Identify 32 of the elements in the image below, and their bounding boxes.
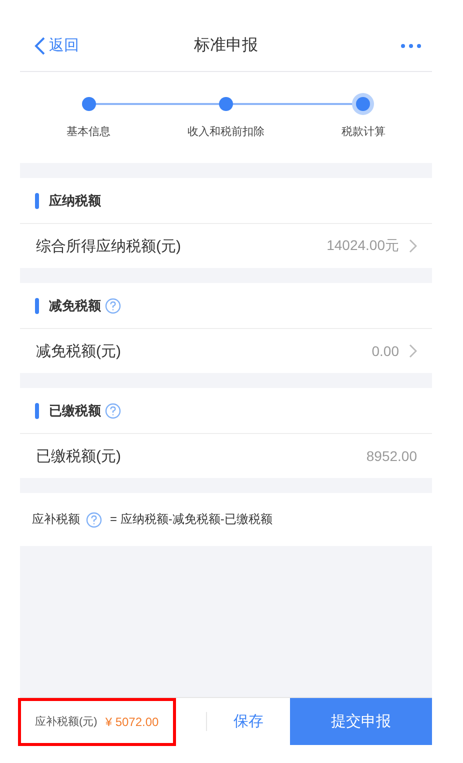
section-title: 已缴税额 xyxy=(49,402,101,420)
section-marker xyxy=(35,192,39,208)
row-label: 已缴税额(元) xyxy=(36,446,122,466)
page-title: 标准申报 xyxy=(194,36,258,56)
total-amount: ¥ 5072.00 xyxy=(105,714,159,728)
section-title: 应纳税额 xyxy=(49,192,101,210)
section-marker xyxy=(35,402,39,418)
row-label: 减免税额(元) xyxy=(36,342,122,360)
row-value: 8952.00 xyxy=(366,448,417,464)
list-row[interactable]: 减免税额(元) 0.00 xyxy=(20,329,432,373)
help-icon[interactable] xyxy=(105,298,121,314)
formula-label: 应补税额 xyxy=(32,511,80,528)
total-label: 应补税额(元) xyxy=(35,714,98,729)
step-label: 税款计算 xyxy=(341,125,386,139)
step-label: 收入和税前扣除 xyxy=(187,125,264,139)
row-value: 0.00 xyxy=(372,343,399,359)
back-chevron-icon xyxy=(34,36,46,56)
list-row[interactable]: 已缴税额(元) 8952.00 xyxy=(20,434,432,478)
back-button[interactable]: 返回 xyxy=(20,36,79,56)
section-title: 减免税额 xyxy=(49,296,101,314)
submit-button[interactable]: 提交申报 xyxy=(290,698,432,745)
formula-text: = 应纳税额-减免税额-已缴税额 xyxy=(110,511,272,528)
help-icon[interactable] xyxy=(105,402,121,418)
more-icon[interactable] xyxy=(400,42,422,48)
list-row[interactable]: 综合所得应纳税额(元) 14024.00元 xyxy=(20,224,432,268)
help-icon[interactable] xyxy=(86,512,102,528)
chevron-right-icon xyxy=(409,344,417,358)
section-marker xyxy=(35,298,39,314)
step-label: 基本信息 xyxy=(66,125,111,139)
chevron-right-icon xyxy=(409,239,417,253)
row-label: 综合所得应纳税额(元) xyxy=(36,236,182,256)
row-value: 14024.00元 xyxy=(326,237,399,255)
